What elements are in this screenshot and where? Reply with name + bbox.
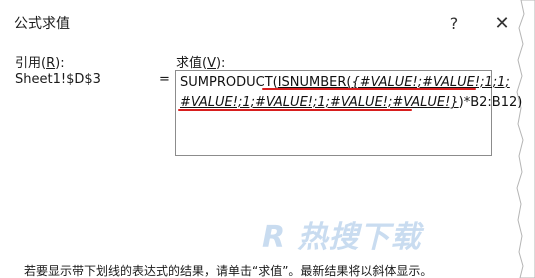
evaluation-box[interactable]: SUMPRODUCT(ISNUMBER({#VALUE!;#VALUE!;1;1… xyxy=(175,70,522,156)
evaluation-line-1: SUMPRODUCT(ISNUMBER({#VALUE!;#VALUE!;1;1… xyxy=(180,75,510,90)
red-annotation-line-1 xyxy=(262,88,476,90)
formula-evaluation-dialog: 公式求值 ? ✕ 引用(R): Sheet1!$D$3 求值(V): = SUM… xyxy=(0,0,535,278)
underlined-italic-result-array-part2: #VALUE!;1;#VALUE!;1;#VALUE!;#VALUE!} xyxy=(180,95,459,110)
evaluation-label: 求值(V): xyxy=(176,56,226,71)
red-annotation-line-2 xyxy=(178,109,412,111)
equals-sign: = xyxy=(159,72,170,87)
dialog-title: 公式求值 xyxy=(14,16,70,32)
reference-label: 引用(R): xyxy=(15,56,65,71)
hint-text: 若要显示带下划线的表达式的结果，请单击“求值”。最新结果将以斜体显示。 xyxy=(24,264,433,278)
torn-paper-edge xyxy=(516,0,535,278)
title-bar: 公式求值 ? ✕ xyxy=(0,0,535,48)
help-button[interactable]: ? xyxy=(436,8,472,38)
reference-value: Sheet1!$D$3 xyxy=(15,72,101,87)
watermark-logo: R 热搜下载 xyxy=(262,220,422,255)
